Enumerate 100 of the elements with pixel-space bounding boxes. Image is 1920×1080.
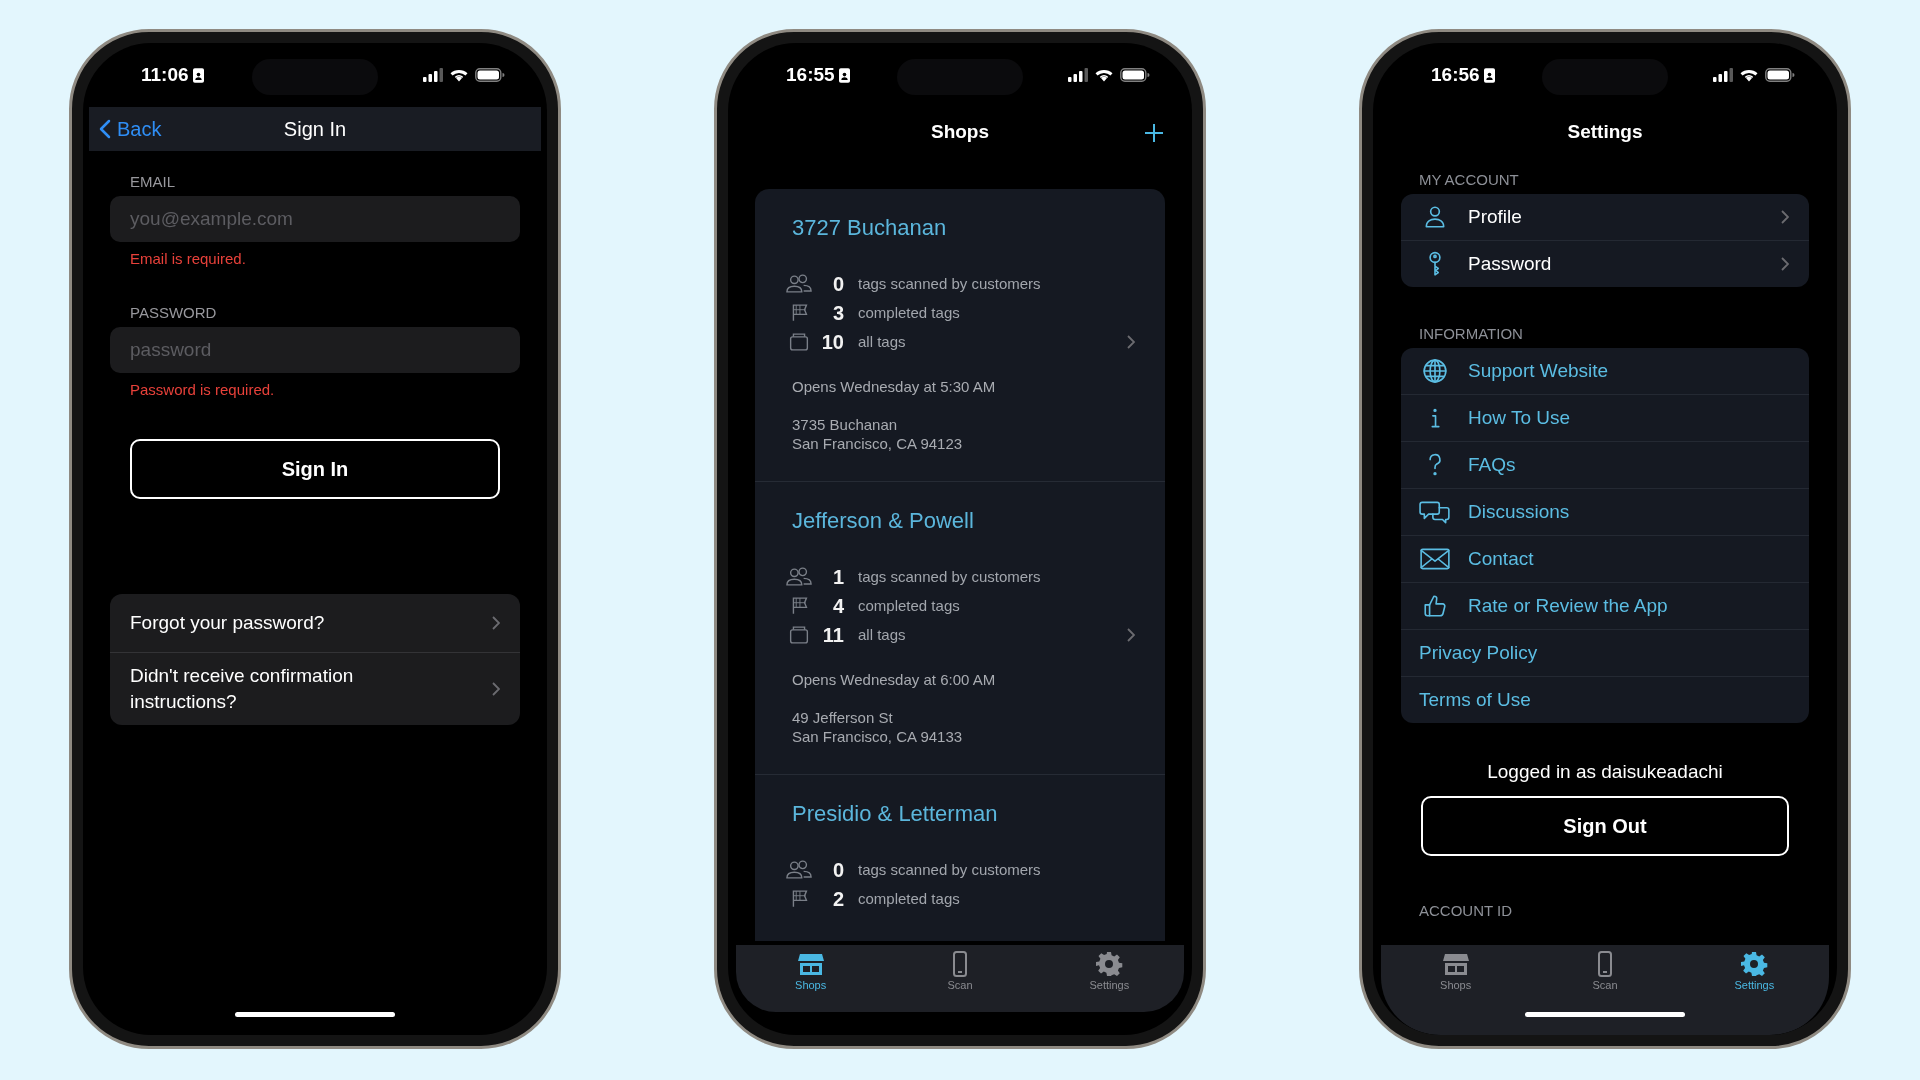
section-header: MY ACCOUNT (1419, 171, 1520, 188)
sign-out-button[interactable]: Sign Out (1421, 796, 1789, 856)
tab[interactable]: Settings (1064, 951, 1155, 991)
stat-description: tags scanned by customers (858, 273, 1041, 294)
settings-item[interactable]: How To Use (1401, 394, 1809, 441)
stat-count: 0 (831, 272, 844, 295)
list-item[interactable]: Didn't receive confirmation instructions? (110, 652, 520, 725)
list-item-label: Forgot your password? (130, 611, 326, 635)
section-header: ACCOUNT ID (1419, 902, 1514, 919)
address-line: San Francisco, CA 94133 (792, 727, 964, 746)
stat-count: 0 (831, 858, 844, 881)
stat-description: all tags (858, 624, 906, 645)
status-time: 16:56 (1431, 64, 1480, 86)
error-message: Email is required. (130, 250, 247, 267)
chat-icon (1419, 499, 1451, 525)
people-icon (786, 860, 812, 879)
stat-description: completed tags (858, 302, 960, 323)
logged-in-text: Logged in as daisukeadachi (1486, 761, 1724, 783)
tab[interactable]: Shops (1410, 951, 1501, 991)
stat-description: all tags (858, 331, 906, 352)
stat-count: 11 (821, 623, 844, 646)
stat-description: completed tags (858, 888, 960, 909)
settings-item-label: Discussions (1468, 501, 1571, 523)
store-icon (1441, 951, 1470, 977)
settings-item-label: Password (1468, 253, 1553, 275)
address-line: San Francisco, CA 94123 (792, 434, 964, 453)
back-chevron-icon (99, 119, 111, 139)
id-card-icon (1483, 67, 1495, 83)
chevron-icon (1781, 210, 1789, 224)
opening-hours: Opens Wednesday at 5:30 AM (792, 378, 997, 395)
chevron-icon (492, 616, 500, 630)
stat-description: tags scanned by customers (858, 859, 1041, 880)
signal-icon (423, 68, 443, 82)
input-field[interactable]: you@example.com (110, 196, 520, 242)
shop-name: Presidio & Letterman (792, 801, 999, 827)
shop-item[interactable]: Jefferson & Powell 1 tags scanned by customers 4 completed tags 11 all tags Opens Wednesday at 6:00 AM 49 Jefferson St San Francisco, CA 94133 (755, 481, 1165, 774)
stat-description: completed tags (858, 595, 960, 616)
nav-title: Sign In (283, 117, 347, 141)
globe-icon (1422, 358, 1448, 384)
field-label: EMAIL (130, 173, 176, 190)
gear-icon (1740, 951, 1769, 977)
store-icon (796, 951, 825, 977)
settings-item-label: Privacy Policy (1419, 642, 1539, 664)
stat-count: 1 (831, 565, 844, 588)
tab[interactable]: Shops (765, 951, 856, 991)
chevron-icon (1127, 334, 1135, 349)
tab[interactable]: Scan (1560, 951, 1650, 991)
settings-item-label: Rate or Review the App (1468, 595, 1669, 617)
settings-item-label: How To Use (1468, 407, 1572, 429)
address-line: 49 Jefferson St (792, 708, 894, 727)
tab[interactable]: Settings (1709, 951, 1800, 991)
mail-icon (1419, 546, 1451, 572)
battery-icon (1120, 68, 1150, 82)
sign-in-button[interactable]: Sign In (130, 439, 500, 499)
settings-item-label: Terms of Use (1419, 689, 1532, 711)
settings-item[interactable]: Contact (1401, 535, 1809, 582)
settings-item[interactable]: Terms of Use (1401, 676, 1809, 723)
chevron-icon (492, 682, 500, 696)
settings-item[interactable]: Rate or Review the App (1401, 582, 1809, 629)
stat-count: 10 (820, 330, 844, 353)
add-icon[interactable] (1144, 123, 1164, 143)
wifi-icon (1739, 68, 1759, 82)
opening-hours: Opens Wednesday at 6:00 AM (792, 671, 997, 688)
settings-item[interactable]: FAQs (1401, 441, 1809, 488)
tab[interactable]: Scan (915, 951, 1005, 991)
address-line: 3735 Buchanan (792, 415, 899, 434)
shop-name: 3727 Buchanan (792, 215, 948, 241)
stat-count: 3 (831, 301, 844, 324)
input-field[interactable]: password (110, 327, 520, 373)
chevron-icon (1781, 257, 1789, 271)
settings-item[interactable]: Privacy Policy (1401, 629, 1809, 676)
settings-item-label: Profile (1468, 206, 1523, 228)
signal-icon (1068, 68, 1088, 82)
shop-item[interactable]: Presidio & Letterman 0 tags scanned by customers 2 completed tags (755, 774, 1165, 941)
status-time: 11:06 (141, 64, 189, 86)
status-time: 16:55 (786, 64, 835, 86)
settings-item[interactable]: Support Website (1401, 348, 1809, 394)
wifi-icon (449, 68, 469, 82)
screen-title: Shops (930, 121, 990, 143)
signal-icon (1713, 68, 1733, 82)
settings-item[interactable]: Password (1401, 240, 1809, 287)
section-header: INFORMATION (1419, 325, 1524, 342)
people-icon (786, 274, 812, 293)
settings-item-label: Contact (1468, 548, 1535, 570)
settings-item-label: Support Website (1468, 360, 1610, 382)
settings-item[interactable]: Profile (1401, 194, 1809, 240)
id-card-icon (192, 67, 204, 83)
shop-name: Jefferson & Powell (792, 508, 975, 534)
gear-icon (1095, 951, 1124, 977)
battery-icon (475, 68, 505, 82)
thumbs-up-icon (1422, 593, 1448, 619)
list-item[interactable]: Forgot your password? (110, 594, 520, 652)
error-message: Password is required. (130, 381, 276, 398)
stat-description: tags scanned by customers (858, 566, 1041, 587)
back-button[interactable]: Back (99, 113, 162, 145)
field-label: PASSWORD (130, 304, 218, 321)
settings-item[interactable]: Discussions (1401, 488, 1809, 535)
shop-item[interactable]: 3727 Buchanan 0 tags scanned by customers 3 completed tags 10 all tags Opens Wednesday at 5:30 AM 3735 Buchanan San Francisco, CA 94123 (755, 189, 1165, 481)
screen-title: Settings (1567, 121, 1643, 143)
settings-item-label: FAQs (1468, 454, 1517, 476)
